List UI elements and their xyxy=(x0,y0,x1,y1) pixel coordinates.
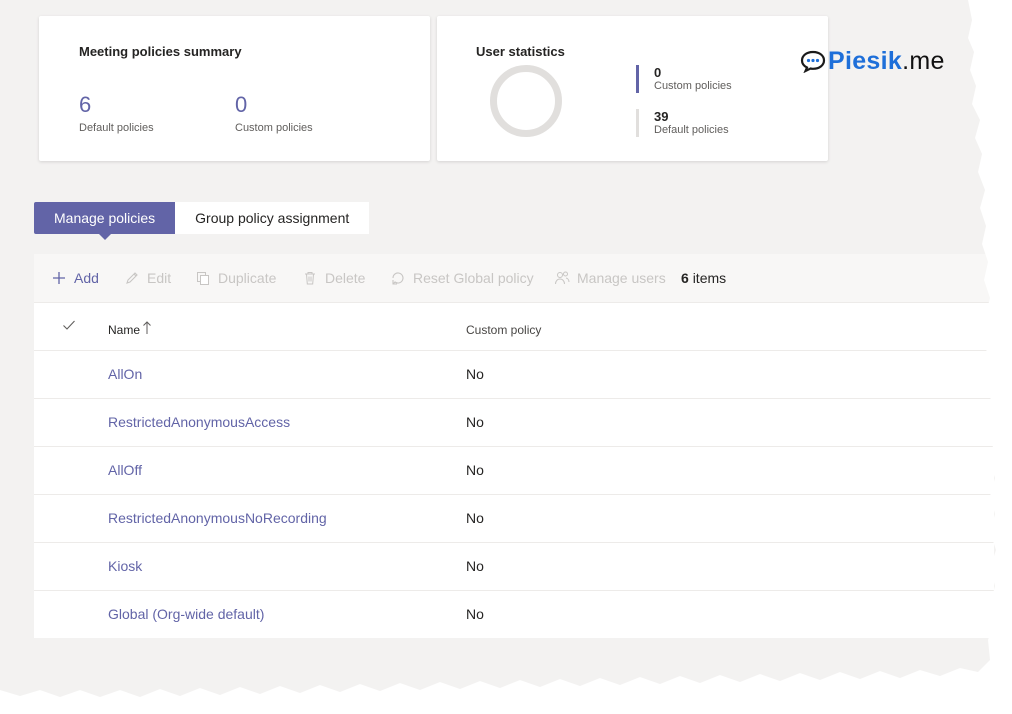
summary-card: Meeting policies summary 6 Default polic… xyxy=(39,16,430,161)
custom-policy-value: No xyxy=(466,462,484,478)
custom-policy-value: No xyxy=(466,606,484,622)
custom-policies-label: Custom policies xyxy=(235,122,313,134)
policy-name-link[interactable]: RestrictedAnonymousAccess xyxy=(108,399,290,446)
manage-users-button[interactable]: Manage users xyxy=(554,254,666,302)
delete-button[interactable]: Delete xyxy=(302,254,365,302)
duplicate-button[interactable]: Duplicate xyxy=(195,254,276,302)
policy-name-link[interactable]: Global (Org-wide default) xyxy=(108,591,264,638)
user-statistics-title: User statistics xyxy=(476,44,565,59)
edit-button[interactable]: Edit xyxy=(124,254,171,302)
policy-name-link[interactable]: Kiosk xyxy=(108,543,142,590)
items-count: 6 items xyxy=(681,254,726,302)
plus-icon xyxy=(51,270,67,286)
toolbar: Add Edit Duplicate Delete Reset Global p… xyxy=(34,254,994,303)
policy-name-link[interactable]: AllOff xyxy=(108,447,142,494)
table-row[interactable]: AllOn No xyxy=(34,351,994,399)
table-row[interactable]: RestrictedAnonymousNoRecording No xyxy=(34,495,994,543)
table-row[interactable]: Global (Org-wide default) No xyxy=(34,591,994,638)
add-button[interactable]: Add xyxy=(51,254,99,302)
watermark-suffix: .me xyxy=(902,46,945,75)
custom-legend-bar xyxy=(636,65,639,93)
custom-policy-value: No xyxy=(466,366,484,382)
watermark-name: Piesik xyxy=(828,46,903,75)
policy-tabs: Manage policies Group policy assignment xyxy=(34,202,370,240)
pencil-icon xyxy=(124,270,140,286)
tab-manage-policies[interactable]: Manage policies xyxy=(34,202,176,240)
table-header: Name Custom policy xyxy=(34,302,994,351)
policy-name-link[interactable]: AllOn xyxy=(108,351,142,398)
trash-icon xyxy=(302,270,318,286)
table-row[interactable]: RestrictedAnonymousAccess No xyxy=(34,399,994,447)
tab-group-policy-assignment[interactable]: Group policy assignment xyxy=(175,202,370,234)
delete-label: Delete xyxy=(325,270,366,286)
default-users-label: Default policies xyxy=(654,124,729,136)
watermark-text: Piesik.me xyxy=(828,47,945,76)
select-all-checkmark-icon[interactable] xyxy=(61,317,77,333)
default-legend-bar xyxy=(636,109,639,137)
copy-icon xyxy=(195,270,211,286)
chat-bubble-icon xyxy=(800,49,826,73)
edit-label: Edit xyxy=(147,270,172,286)
add-label: Add xyxy=(74,270,99,286)
reset-global-policy-button[interactable]: Reset Global policy xyxy=(390,254,534,302)
watermark-logo: Piesik.me xyxy=(800,46,945,76)
policy-name-link[interactable]: RestrictedAnonymousNoRecording xyxy=(108,495,327,542)
duplicate-label: Duplicate xyxy=(218,270,277,286)
custom-policy-value: No xyxy=(466,414,484,430)
column-header-name[interactable]: Name xyxy=(108,302,140,358)
sort-ascending-icon[interactable] xyxy=(142,320,152,336)
table-row[interactable]: Kiosk No xyxy=(34,543,994,591)
items-count-number: 6 xyxy=(681,270,689,286)
reset-icon xyxy=(390,270,406,286)
custom-policy-value: No xyxy=(466,510,484,526)
people-icon xyxy=(554,270,570,286)
default-policies-count: 6 xyxy=(79,92,92,117)
user-statistics-donut xyxy=(490,65,562,137)
default-users-count: 39 xyxy=(654,109,669,124)
custom-policies-count: 0 xyxy=(235,92,248,117)
table-row[interactable]: AllOff No xyxy=(34,447,994,495)
summary-title: Meeting policies summary xyxy=(79,44,242,59)
reset-global-policy-label: Reset Global policy xyxy=(413,270,534,286)
page-background: Meeting policies summary 6 Default polic… xyxy=(0,0,996,697)
custom-policy-value: No xyxy=(466,558,484,574)
column-header-custom-policy[interactable]: Custom policy xyxy=(466,302,541,358)
default-policies-label: Default policies xyxy=(79,122,154,134)
manage-users-label: Manage users xyxy=(577,270,666,286)
custom-users-label: Custom policies xyxy=(654,80,732,92)
items-count-label: items xyxy=(692,270,727,286)
custom-users-count: 0 xyxy=(654,65,662,80)
policies-table: Add Edit Duplicate Delete Reset Global p… xyxy=(34,254,994,638)
